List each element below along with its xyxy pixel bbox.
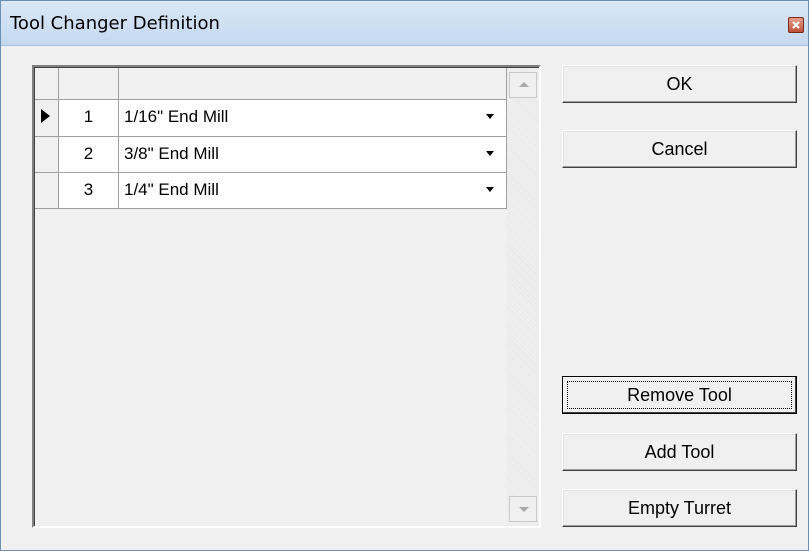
grid-header-tool[interactable] — [119, 68, 507, 100]
grid-header-selector — [35, 68, 59, 100]
row-selector[interactable] — [35, 173, 59, 209]
vertical-scrollbar[interactable] — [507, 68, 539, 526]
row-selector[interactable] — [35, 100, 59, 137]
cancel-button-label: Cancel — [651, 139, 708, 159]
scroll-up-button[interactable] — [509, 72, 537, 98]
window-title: Tool Changer Definition — [10, 13, 220, 34]
remove-tool-button-label: Remove Tool — [627, 385, 732, 405]
remove-tool-button[interactable]: Remove Tool — [562, 376, 797, 414]
empty-turret-button-label: Empty Turret — [627, 498, 732, 518]
title-bar: Tool Changer Definition — [1, 1, 808, 46]
close-button[interactable] — [788, 17, 804, 33]
tool-number-cell[interactable]: 3 — [59, 173, 119, 209]
cancel-button[interactable]: Cancel — [562, 130, 797, 168]
dropdown-arrow-icon[interactable] — [486, 151, 494, 156]
add-tool-button-label: Add Tool — [644, 442, 715, 462]
add-tool-button[interactable]: Add Tool — [562, 433, 797, 471]
tool-select-cell[interactable]: 1/4" End Mill — [119, 173, 507, 209]
empty-turret-button[interactable]: Empty Turret — [562, 489, 797, 527]
tool-select-cell[interactable]: 3/8" End Mill — [119, 137, 507, 173]
close-icon — [792, 21, 800, 29]
tool-select-value: 3/8" End Mill — [124, 144, 219, 163]
scroll-up-arrow-icon — [519, 82, 529, 87]
ok-button-label: OK — [666, 74, 693, 94]
dropdown-arrow-icon[interactable] — [486, 114, 494, 119]
tool-select-value: 1/4" End Mill — [124, 180, 219, 199]
current-row-pointer-icon — [41, 109, 50, 123]
scroll-down-arrow-icon — [519, 507, 529, 512]
grid-header-number[interactable] — [59, 68, 119, 100]
tool-select-cell[interactable]: 1/16" End Mill — [119, 100, 507, 137]
tool-number-cell[interactable]: 2 — [59, 137, 119, 173]
tool-number-cell[interactable]: 1 — [59, 100, 119, 137]
dropdown-arrow-icon[interactable] — [486, 187, 494, 192]
tool-changer-dialog: Tool Changer Definition 1 1/16" End Mill — [0, 0, 809, 551]
ok-button[interactable]: OK — [562, 65, 797, 103]
tool-select-value: 1/16" End Mill — [124, 107, 229, 126]
row-selector[interactable] — [35, 137, 59, 173]
tool-grid[interactable]: 1 1/16" End Mill 2 3/8" End Mill 3 1/4" … — [32, 65, 541, 528]
scroll-down-button[interactable] — [509, 496, 537, 522]
